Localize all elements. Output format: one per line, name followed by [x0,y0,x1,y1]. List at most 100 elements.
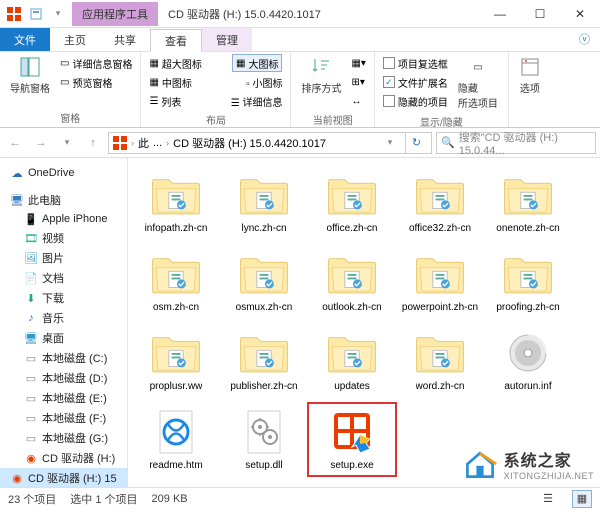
pc-icon: 🖥 [10,193,24,207]
nav-drive-g[interactable]: ▭本地磁盘 (G:) [0,428,127,448]
file-item[interactable]: readme.htm [132,403,220,476]
add-columns-button[interactable]: ⊞▾ [349,73,367,91]
drive-icon: ▭ [24,431,38,445]
file-label: setup.exe [330,460,373,472]
preview-pane-button[interactable]: ▭预览窗格 [58,73,134,91]
file-item[interactable]: proofing.zh-cn [484,245,572,318]
nav-pictures[interactable]: 🖼图片 [0,248,127,268]
tab-home[interactable]: 主页 [50,28,100,51]
nav-drive-h-expanded[interactable]: ◉CD 驱动器 (H:) 15 [0,468,127,487]
file-item[interactable]: osm.zh-cn [132,245,220,318]
layout-lg[interactable]: ▦大图标 [232,54,282,72]
file-item[interactable]: word.zh-cn [396,324,484,397]
nav-drive-d[interactable]: ▭本地磁盘 (D:) [0,368,127,388]
nav-thispc[interactable]: 🖥此电脑 [0,190,127,210]
file-label: readme.htm [149,460,202,472]
nav-music[interactable]: ♪音乐 [0,308,127,328]
nav-drive-c[interactable]: ▭本地磁盘 (C:) [0,348,127,368]
drive-icon: ▭ [24,351,38,365]
status-count: 23 个项目 [8,491,56,507]
ribbon-collapse-icon[interactable]: ⓥ [569,27,600,51]
up-button[interactable]: ↑ [82,132,104,154]
file-item[interactable]: lync.zh-cn [220,166,308,239]
minimize-button[interactable]: — [480,0,520,27]
layout-list[interactable]: ☰列表☰ 详细信息 [147,92,284,110]
qat-dropdown-icon[interactable]: ▾ [48,4,68,24]
file-label: proplusr.ww [150,381,203,393]
nav-drive-e[interactable]: ▭本地磁盘 (E:) [0,388,127,408]
ribbon-group-currentview: 排序方式 ▦▾ ⊞▾ ↔ 当前视图 [291,52,374,127]
search-input[interactable]: 🔍 搜索"CD 驱动器 (H:) 15.0.44... [436,132,596,154]
tab-manage[interactable]: 管理 [202,28,252,51]
layout-md[interactable]: ▦中图标▫ 小图标 [147,73,284,91]
drive-icon: ▭ [24,391,38,405]
group-by-button[interactable]: ▦▾ [349,54,367,72]
ribbon-group-showhide: 项目复选框 ✓文件扩展名 隐藏的项目 ▭ 隐藏 所选项目 显示/隐藏 [375,52,509,127]
forward-button[interactable]: → [30,132,52,154]
file-item[interactable]: osmux.zh-cn [220,245,308,318]
layout-details[interactable]: ☰ 详细信息 [231,94,283,109]
tab-view[interactable]: 查看 [150,29,202,52]
folder-icon [410,170,470,220]
breadcrumb[interactable]: › 此... › CD 驱动器 (H:) 15.0.4420.1017 ▾ ↻ [108,132,432,154]
file-item[interactable]: autorun.inf [484,324,572,397]
navigation-pane[interactable]: ☁OneDrive 🖥此电脑 📱Apple iPhone 🎞视频 🖼图片 📄文档… [0,158,128,487]
checkbox-ext[interactable]: ✓文件扩展名 [381,73,450,91]
checkbox-hidden[interactable]: 隐藏的项目 [381,92,450,110]
file-item[interactable]: publisher.zh-cn [220,324,308,397]
file-list[interactable]: infopath.zh-cn lync.zh-cn office.zh-cnoffi… [128,158,600,487]
file-label: word.zh-cn [416,381,465,393]
tab-file[interactable]: 文件 [0,28,50,51]
back-button[interactable]: ← [4,132,26,154]
file-item[interactable]: infopath.zh-cn [132,166,220,239]
nav-iphone[interactable]: 📱Apple iPhone [0,210,127,228]
hide-items-button[interactable]: ▭ 隐藏 所选项目 [454,54,502,112]
file-item[interactable]: setup.exe [308,403,396,476]
size-cols-button[interactable]: ↔ [349,92,367,110]
checkbox-items[interactable]: 项目复选框 [381,54,450,72]
file-item[interactable]: office.zh-cn [308,166,396,239]
office-icon [4,4,24,24]
file-item[interactable]: updates [308,324,396,397]
inf-icon [498,328,558,378]
nav-downloads[interactable]: ⬇下载 [0,288,127,308]
options-button[interactable]: 选项 [515,54,545,97]
close-button[interactable]: ✕ [560,0,600,27]
details-pane-button[interactable]: ▭详细信息窗格 [58,54,134,72]
breadcrumb-root[interactable]: › 此... › [113,135,169,151]
file-label: setup.dll [245,460,282,472]
sort-button[interactable]: 排序方式 [297,54,345,97]
tab-share[interactable]: 共享 [100,28,150,51]
layout-sm[interactable]: ▫ 小图标 [246,75,282,90]
nav-drive-f[interactable]: ▭本地磁盘 (F:) [0,408,127,428]
file-item[interactable]: setup.dll [220,403,308,476]
view-icons-button[interactable]: ▦ [572,490,592,508]
refresh-button[interactable]: ↻ [405,132,427,154]
dll-icon [234,407,294,457]
breadcrumb-dropdown[interactable]: ▾ [379,132,401,154]
breadcrumb-drive[interactable]: CD 驱动器 (H:) 15.0.4420.1017 [173,135,326,151]
nav-pane-button[interactable]: 导航窗格 [6,54,54,97]
folder-icon [146,328,206,378]
file-item[interactable]: office32.zh-cn [396,166,484,239]
folder-icon [410,249,470,299]
nav-documents[interactable]: 📄文档 [0,268,127,288]
file-item[interactable]: powerpoint.zh-cn [396,245,484,318]
desktop-icon: 🖥 [24,331,38,345]
nav-desktop[interactable]: 🖥桌面 [0,328,127,348]
qat-props-icon[interactable] [26,4,46,24]
recent-dropdown[interactable]: ▾ [56,132,78,154]
file-label: autorun.inf [504,381,551,393]
view-details-button[interactable]: ☰ [538,490,558,508]
file-item[interactable]: outlook.zh-cn [308,245,396,318]
file-label: powerpoint.zh-cn [402,302,478,314]
layout-xl[interactable]: ▦超大图标▦大图标 [147,54,284,72]
exe-icon [322,407,382,457]
nav-videos[interactable]: 🎞视频 [0,228,127,248]
file-item[interactable]: proplusr.ww [132,324,220,397]
nav-drive-h[interactable]: ◉CD 驱动器 (H:) [0,448,127,468]
file-item[interactable]: onenote.zh-cn [484,166,572,239]
maximize-button[interactable]: ☐ [520,0,560,27]
file-label: lync.zh-cn [241,223,286,235]
nav-onedrive[interactable]: ☁OneDrive [0,164,127,182]
